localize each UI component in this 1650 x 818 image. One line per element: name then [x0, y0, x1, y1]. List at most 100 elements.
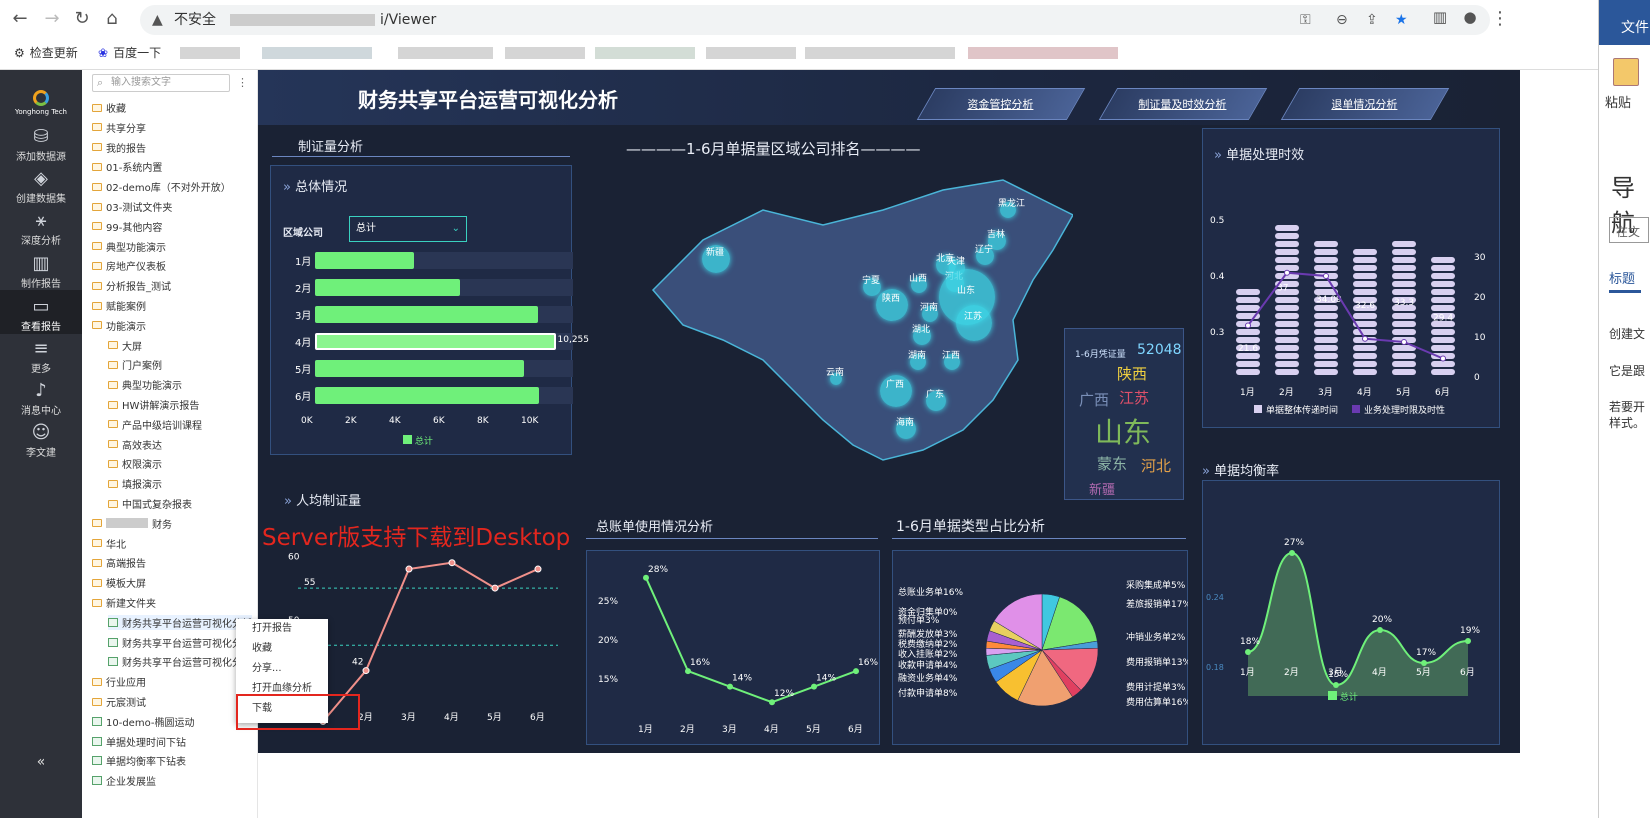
zoom-icon[interactable]: ⊖: [1336, 5, 1348, 35]
file-tab[interactable]: 文件: [1599, 0, 1650, 45]
tree-item[interactable]: 财务共享平台运营可视化分: [108, 654, 242, 669]
company-select[interactable]: 总计 ⌄: [349, 216, 467, 242]
menu-share[interactable]: 分享...: [236, 659, 328, 679]
bar[interactable]: [315, 306, 538, 323]
tree-item[interactable]: 企业发展监: [92, 773, 156, 788]
tree-search-input[interactable]: 输入搜索文字: [92, 74, 230, 92]
bookmark-baidu[interactable]: ❀ 百度一下: [98, 44, 161, 61]
bar[interactable]: [315, 279, 461, 296]
tab-fund[interactable]: 资金管控分析: [916, 88, 1086, 120]
bookmark-blur[interactable]: [706, 47, 796, 59]
rail-create-dataset[interactable]: ◈ 创建数据集: [0, 168, 82, 205]
tree-item[interactable]: 中国式复杂报表: [108, 496, 192, 511]
folder-icon: [108, 380, 118, 389]
tree-item[interactable]: 财务共享平台运营可视化分析: [108, 614, 252, 630]
wc-value: 52048: [1137, 342, 1182, 358]
tree-item[interactable]: 填报演示: [108, 476, 162, 491]
tree-item[interactable]: 赋能案例: [92, 298, 146, 313]
tree-item[interactable]: 元宸测试: [92, 694, 146, 709]
tree-item[interactable]: 高端报告: [92, 555, 146, 570]
tree-item[interactable]: 华北: [92, 536, 126, 551]
url-path: i/Viewer: [380, 12, 437, 28]
tree-item[interactable]: 模板大屏: [92, 575, 146, 590]
tree-item[interactable]: 我的报告: [92, 140, 146, 155]
rail-user[interactable]: ☺ 李文建: [0, 422, 82, 459]
menu-icon[interactable]: ⋮: [1488, 8, 1512, 29]
share-icon[interactable]: ⇪: [1366, 5, 1378, 35]
tree-item[interactable]: 财务共享平台运营可视化分: [108, 635, 242, 650]
tree-item[interactable]: HW讲解演示报告: [108, 397, 199, 412]
rail-messages[interactable]: ♪ 消息中心: [0, 380, 82, 417]
reload-icon[interactable]: ↻: [70, 8, 94, 29]
rail-make-report[interactable]: ▥ 制作报告: [0, 253, 82, 290]
bookmark-blur[interactable]: [180, 47, 240, 59]
bookmark-blur[interactable]: [262, 47, 372, 59]
nav-search[interactable]: 在文: [1609, 217, 1649, 243]
tree-item[interactable]: 01-系统内置: [92, 159, 162, 174]
tree-item[interactable]: 高效表达: [108, 437, 162, 452]
home-icon[interactable]: ⌂: [100, 8, 124, 29]
tab-return[interactable]: 退单情况分析: [1280, 88, 1450, 120]
tree-item[interactable]: 10-demo-椭圆运动: [92, 714, 195, 729]
collapse-icon[interactable]: «: [0, 754, 82, 770]
tree-item[interactable]: 收藏: [92, 100, 126, 115]
tree-item[interactable]: 分析报告_测试: [92, 278, 171, 293]
star-icon[interactable]: ★: [1395, 5, 1408, 35]
bar-segment: [1314, 361, 1338, 367]
menu-open[interactable]: 打开报告: [236, 619, 328, 639]
tree-item[interactable]: 门户案例: [108, 357, 162, 372]
tree-item[interactable]: 房地产仪表板: [92, 258, 166, 273]
tree-item[interactable]: 单据均衡率下钻表: [92, 753, 186, 768]
tree-item[interactable]: 03-测试文件夹: [92, 199, 172, 214]
balance-title: » 单据均衡率: [1202, 464, 1280, 479]
bookmark-blur[interactable]: [398, 47, 493, 59]
paste-label[interactable]: 粘贴: [1605, 92, 1631, 111]
tree-item[interactable]: 单据处理时间下钻: [92, 734, 186, 749]
bar[interactable]: [315, 252, 414, 269]
bookmark-blur[interactable]: [968, 47, 1118, 59]
bar[interactable]: [315, 387, 539, 404]
map-label: 江西: [942, 351, 961, 361]
tab-voucher[interactable]: 制证量及时效分析: [1098, 88, 1268, 120]
bar[interactable]: [315, 333, 556, 350]
tree-item[interactable]: 共享分享: [92, 120, 146, 135]
tree-item[interactable]: 典型功能演示: [108, 377, 182, 392]
tree-item[interactable]: 99-其他内容: [92, 219, 162, 234]
tree-item[interactable]: 新建文件夹: [92, 595, 156, 610]
yonghong-logo: Yonghong Tech: [14, 90, 68, 120]
tree-item[interactable]: 功能演示: [92, 318, 146, 333]
sidepanel-icon[interactable]: ▥: [1428, 8, 1452, 26]
rail-view-report[interactable]: ▭ 查看报告: [0, 290, 82, 334]
tree-item[interactable]: 财务: [92, 516, 172, 531]
bar[interactable]: [315, 360, 524, 377]
back-icon[interactable]: ←: [8, 8, 32, 29]
folder-icon: [108, 499, 118, 508]
bookmark-blur[interactable]: [805, 47, 955, 59]
bookmark-blur[interactable]: [595, 47, 695, 59]
map-label: 宁夏: [862, 276, 881, 286]
heading-tab[interactable]: 标题: [1609, 268, 1635, 287]
tree-item[interactable]: 权限演示: [108, 456, 162, 471]
data-label: 28%: [648, 565, 668, 575]
bookmark-blur[interactable]: [505, 47, 585, 59]
forward-icon[interactable]: →: [40, 8, 64, 29]
more-icon[interactable]: ⋮: [237, 76, 248, 89]
rail-more[interactable]: ≡ 更多: [0, 338, 82, 375]
paste-icon[interactable]: [1613, 58, 1639, 86]
rail-deep-analysis[interactable]: ⚹ 深度分析: [0, 210, 82, 247]
chevron-icon: »: [1214, 148, 1222, 163]
data-point: [1289, 550, 1295, 556]
address-bar[interactable]: ▲ 不安全 i/Viewer ⚿ ⊖ ⇪ ★: [140, 5, 1490, 35]
menu-favorite[interactable]: 收藏: [236, 639, 328, 659]
key-icon[interactable]: ⚿: [1300, 5, 1311, 35]
tree-item[interactable]: 行业应用: [92, 674, 146, 689]
tree-item[interactable]: 产品中级培训课程: [108, 417, 202, 432]
profile-icon[interactable]: ●: [1458, 8, 1482, 26]
bookmark-update[interactable]: ⚙ 检查更新: [14, 44, 78, 61]
word-panel: 文件 粘贴 导航 在文 标题 创建文 它是跟 若要开 样式。: [1598, 0, 1650, 818]
rail-add-datasource[interactable]: ⛁ 添加数据源: [0, 126, 82, 163]
tree-item[interactable]: 典型功能演示: [92, 239, 166, 254]
tree-item[interactable]: 大屏: [108, 338, 142, 353]
tree-item[interactable]: 02-demo库（不对外开放）: [92, 179, 231, 194]
tree-item-label: 门户案例: [122, 361, 162, 373]
